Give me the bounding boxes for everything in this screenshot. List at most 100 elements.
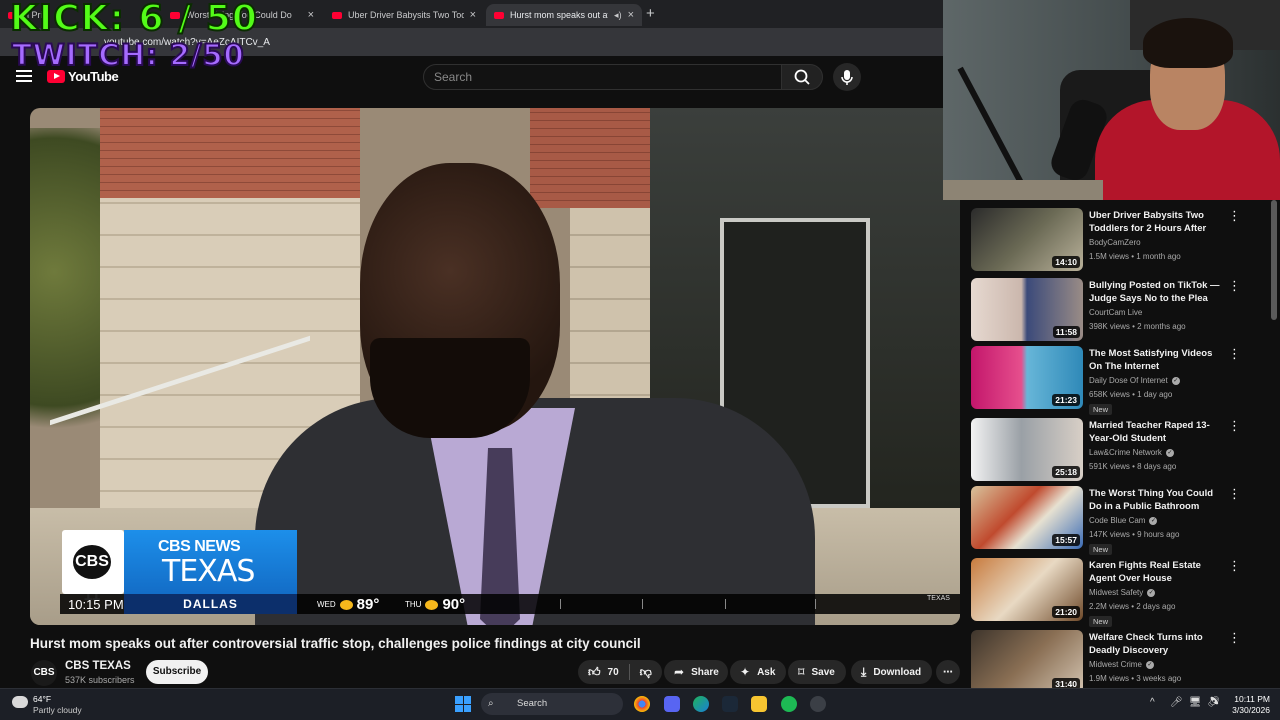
taskbar-search[interactable]: Search: [481, 693, 623, 715]
recommendation-channel[interactable]: Law&Crime Network ✓: [1089, 448, 1174, 457]
steam-icon[interactable]: [722, 696, 738, 712]
chyron-city: DALLAS: [124, 594, 297, 614]
hamburger-menu-icon[interactable]: [16, 70, 32, 82]
recommendation-title[interactable]: Married Teacher Raped 13-Year-Old Studen…: [1089, 419, 1225, 445]
video-scene-brick: [100, 108, 360, 198]
channel-name[interactable]: BodyCamZero: [1089, 238, 1141, 247]
channel-name[interactable]: Midwest Crime: [1089, 660, 1142, 669]
recommendation-meta: 1.5M views • 1 month ago: [1089, 252, 1181, 261]
clock-time[interactable]: 10:11 PM: [1222, 694, 1270, 704]
system-tray-icons[interactable]: 🎤︎🖥︎🔊︎: [1170, 697, 1226, 708]
spotify-icon[interactable]: [781, 696, 797, 712]
more-vertical-icon[interactable]: ⋮: [1228, 558, 1241, 574]
microphone-icon: [841, 70, 853, 85]
more-vertical-icon[interactable]: ⋮: [1228, 418, 1241, 434]
ask-button[interactable]: ✦ Ask: [730, 660, 786, 684]
more-vertical-icon[interactable]: ⋮: [1228, 208, 1241, 224]
recommendation-title[interactable]: Welfare Check Turns into Deadly Discover…: [1089, 631, 1225, 657]
clock-date[interactable]: 3/30/2026: [1222, 705, 1270, 715]
obs-icon[interactable]: [810, 696, 826, 712]
windows-start-icon[interactable]: [455, 696, 471, 712]
channel-name[interactable]: Code Blue Cam: [1089, 516, 1145, 525]
recommendation-item[interactable]: 25:18 Married Teacher Raped 13-Year-Old S…: [970, 418, 1270, 484]
recommendation-channel[interactable]: Midwest Safety ✓: [1089, 588, 1156, 597]
video-thumbnail[interactable]: 21:20: [971, 558, 1083, 621]
youtube-logo[interactable]: YouTube: [47, 69, 119, 84]
video-thumbnail[interactable]: 31:40: [971, 630, 1083, 693]
recommendation-title[interactable]: The Most Satisfying Videos On The Intern…: [1089, 347, 1225, 373]
video-player[interactable]: CBS 11 CBS NEWS TEXAS 10:15 PM DALLAS WE…: [30, 108, 960, 625]
channel-name[interactable]: CourtCam Live: [1089, 308, 1142, 317]
recommendation-item[interactable]: 14:10 Uber Driver Babysits Two Toddlers f…: [970, 208, 1270, 274]
video-thumbnail[interactable]: 15:57: [971, 486, 1083, 549]
weather-condition[interactable]: Partly cloudy: [33, 705, 82, 715]
sidebar-scrollbar[interactable]: [1271, 200, 1277, 320]
tab-3[interactable]: Uber Driver Babysits Two Toddl ×: [324, 4, 484, 26]
new-badge: New: [1089, 404, 1113, 415]
recommendation-title[interactable]: The Worst Thing You Could Do in a Public…: [1089, 487, 1225, 513]
video-thumbnail[interactable]: 25:18: [971, 418, 1083, 481]
thumbs-down-icon[interactable]: 👎︎: [640, 665, 652, 680]
recommendation-meta: 658K views • 1 day ago: [1089, 390, 1173, 399]
new-tab-button[interactable]: +: [646, 5, 655, 22]
recommendation-item[interactable]: 21:20 Karen Fights Real Estate Agent Over…: [970, 558, 1270, 627]
save-button[interactable]: ⌑ Save: [788, 660, 846, 684]
webcam-person-hair: [1143, 18, 1233, 68]
recommendation-item[interactable]: 21:23 The Most Satisfying Videos On The I…: [970, 346, 1270, 415]
partly-cloudy-icon[interactable]: [12, 696, 28, 708]
recommendation-channel[interactable]: Code Blue Cam ✓: [1089, 516, 1158, 525]
recommendation-channel[interactable]: Daily Dose Of Internet ✓: [1089, 376, 1180, 385]
recommendation-meta: 398K views • 2 months ago: [1089, 322, 1186, 331]
recommendation-channel[interactable]: Midwest Crime ✓: [1089, 660, 1154, 669]
tab-active[interactable]: Hurst mom speaks out afte ◂) ×: [486, 4, 642, 26]
channel-name[interactable]: Midwest Safety: [1089, 588, 1143, 597]
recommendation-title[interactable]: Uber Driver Babysits Two Toddlers for 2 …: [1089, 209, 1225, 236]
recommendation-channel[interactable]: BodyCamZero: [1089, 238, 1141, 247]
share-label: Share: [691, 666, 719, 678]
speaker-icon[interactable]: ◂): [614, 10, 622, 21]
video-thumbnail[interactable]: 21:23: [971, 346, 1083, 409]
more-vertical-icon[interactable]: ⋮: [1228, 346, 1241, 362]
close-tab-icon[interactable]: ×: [308, 9, 314, 21]
recommendation-item[interactable]: 15:57 The Worst Thing You Could Do in a P…: [970, 486, 1270, 555]
video-thumbnail[interactable]: 14:10: [971, 208, 1083, 271]
verified-icon: ✓: [1171, 376, 1180, 385]
channel-name[interactable]: Law&Crime Network: [1089, 448, 1162, 457]
edge-icon[interactable]: [693, 696, 709, 712]
more-vertical-icon[interactable]: ⋮: [1228, 278, 1241, 294]
close-tab-icon[interactable]: ×: [628, 9, 634, 21]
chrome-icon[interactable]: [634, 696, 650, 712]
video-duration: 21:23: [1052, 394, 1080, 406]
more-vertical-icon[interactable]: ⋮: [1228, 630, 1241, 646]
channel-name[interactable]: Daily Dose Of Internet: [1089, 376, 1168, 385]
like-count[interactable]: 70: [608, 667, 619, 678]
voice-search-button[interactable]: [833, 63, 861, 91]
close-tab-icon[interactable]: ×: [470, 9, 476, 21]
more-actions-button[interactable]: ⋯: [936, 660, 960, 684]
file-explorer-icon[interactable]: [751, 696, 767, 712]
ticker-divider: [725, 599, 726, 609]
more-horizontal-icon: ⋯: [943, 666, 953, 678]
search-input[interactable]: Search: [423, 64, 782, 90]
webcam-scene-desk: [943, 180, 1103, 200]
more-vertical-icon[interactable]: ⋮: [1228, 486, 1241, 502]
share-button[interactable]: ➦ Share: [664, 660, 728, 684]
chevron-up-icon[interactable]: ^: [1150, 697, 1155, 708]
recommendation-item[interactable]: 11:58 Bullying Posted on TikTok — Judge S…: [970, 278, 1270, 344]
verified-icon: ✓: [1145, 660, 1154, 669]
discord-icon[interactable]: [664, 696, 680, 712]
recommendation-title[interactable]: Karen Fights Real Estate Agent Over Hous…: [1089, 559, 1225, 585]
recommendation-item[interactable]: 31:40 Welfare Check Turns into Deadly Dis…: [970, 630, 1270, 696]
channel-name[interactable]: CBS TEXAS: [65, 660, 131, 672]
weather-temperature[interactable]: 64°F: [33, 694, 51, 704]
verified-icon: ✓: [1165, 448, 1174, 457]
video-thumbnail[interactable]: 11:58: [971, 278, 1083, 341]
channel-avatar[interactable]: CBS 11: [31, 660, 57, 704]
recommendation-channel[interactable]: CourtCam Live: [1089, 308, 1142, 317]
subscribe-button[interactable]: Subscribe: [146, 660, 208, 684]
download-button[interactable]: ⤓ Download: [851, 660, 932, 684]
station-bug: TEXAS: [927, 595, 950, 602]
thumbs-up-icon[interactable]: 👍︎: [588, 665, 601, 680]
recommendation-title[interactable]: Bullying Posted on TikTok — Judge Says N…: [1089, 279, 1225, 305]
search-button[interactable]: [781, 64, 823, 90]
